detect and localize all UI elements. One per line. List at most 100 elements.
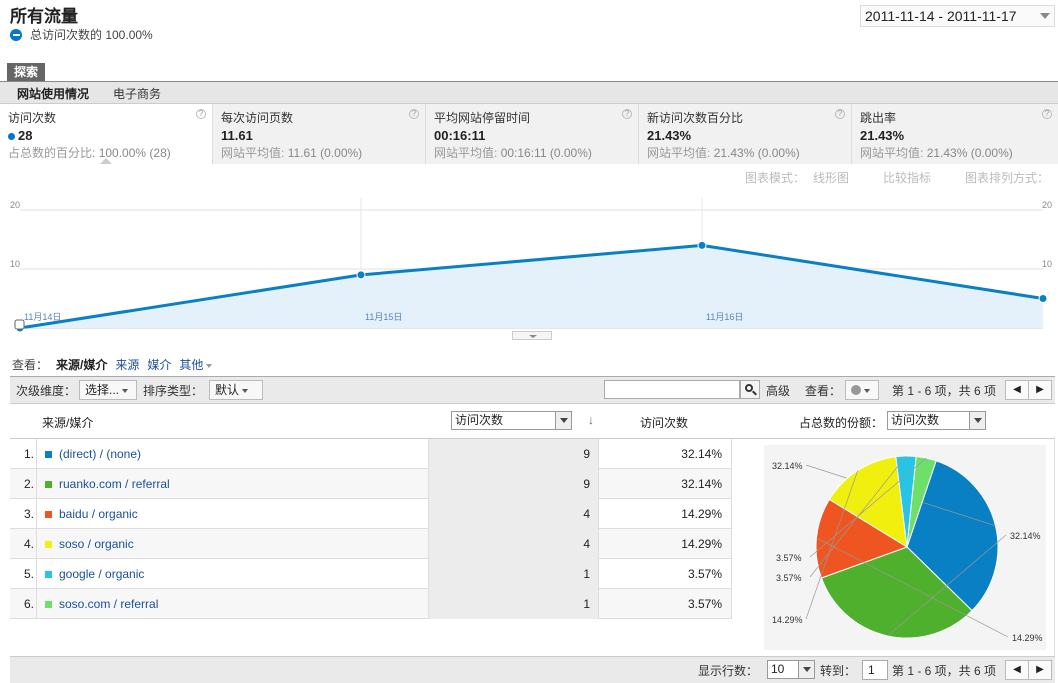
chart-mode-value[interactable]: 线形图	[813, 169, 849, 186]
tab-explore[interactable]: 探索	[7, 63, 46, 81]
row-swatch	[45, 601, 52, 609]
row-swatch	[45, 451, 52, 459]
rows-per-page-label: 显示行数：	[698, 664, 759, 678]
row-visits: 9	[429, 469, 599, 499]
table-row: 2. ruanko.com / referral 9 32.14%	[10, 469, 732, 499]
advanced-filter-link[interactable]: 高级	[766, 382, 790, 399]
footer-prev-page-button[interactable]: ◀	[1005, 660, 1029, 680]
rows-per-page-select[interactable]: 10	[767, 660, 815, 679]
sort-type-select[interactable]: 默认	[209, 380, 263, 400]
row-source-link[interactable]: soso / organic	[59, 537, 134, 551]
metric-tile-bounce-rate[interactable]: 跳出率 21.43% 网站平均值: 21.43% (0.00%) ?	[852, 104, 1058, 164]
segment-text: 总访问次数的 100.00%	[30, 28, 153, 42]
row-percent: 32.14%	[599, 469, 732, 499]
share-pie-panel: 32.14% 32.14% 14.29% 14.29% 3.57% 3.57%	[732, 439, 1055, 656]
pager-text: 第 1 - 6 项，共 6 项	[892, 384, 997, 398]
data-point	[1038, 294, 1048, 303]
row-source-link[interactable]: google / organic	[59, 567, 144, 581]
footer-next-page-button[interactable]: ▶	[1028, 660, 1052, 680]
metric-title: 跳出率	[860, 111, 897, 125]
footer-pager-text: 第 1 - 6 项，共 6 项	[892, 664, 997, 678]
metric-sub-label: 网站平均值:	[860, 146, 924, 160]
view-selector: 查看： 来源/媒介 来源 媒介 其他	[12, 356, 213, 373]
date-range-text: 2011-11-14 - 2011-11-17	[865, 8, 1017, 24]
row-source-link[interactable]: (direct) / (none)	[59, 447, 141, 461]
metric-sub-label: 网站平均值:	[434, 146, 498, 160]
metric-title: 每次访问页数	[221, 111, 294, 125]
row-number: 2.	[10, 469, 37, 499]
metric-tile-visits[interactable]: 访问次数 28 占总数的百分比: 100.00% (28) ?	[0, 104, 213, 164]
segment-icon[interactable]	[10, 28, 22, 41]
pie-value-label: 32.14%	[1010, 531, 1041, 541]
view-option-source[interactable]: 来源	[115, 356, 139, 373]
help-icon[interactable]: ?	[835, 109, 845, 119]
data-point	[697, 240, 707, 250]
search-icon[interactable]	[740, 380, 760, 399]
y-tick-label-left: 20	[10, 200, 20, 210]
pie-value-label: 14.29%	[1012, 633, 1043, 643]
view-option-medium[interactable]: 媒介	[147, 356, 171, 373]
chevron-down-icon	[1040, 13, 1050, 19]
prev-page-button[interactable]: ◀	[1005, 380, 1029, 400]
metric-value: 11.61	[221, 128, 253, 143]
view-option-other[interactable]: 其他	[179, 356, 213, 373]
col-header-source-medium[interactable]: 来源/媒介	[42, 414, 93, 431]
chevron-down-icon	[969, 412, 985, 429]
metric-sub: 网站平均值: 21.43% (0.00%)	[647, 144, 843, 161]
date-range-picker[interactable]: 2011-11-14 - 2011-11-17	[860, 5, 1055, 27]
sort-desc-icon[interactable]: ↓	[588, 413, 594, 427]
chart-resize-handle[interactable]	[512, 331, 552, 340]
metric-select-value: 访问次数	[455, 413, 504, 427]
pie-value-label: 3.57%	[776, 553, 802, 563]
row-visits: 1	[429, 559, 599, 589]
help-icon[interactable]: ?	[196, 109, 206, 119]
view-option-source-medium[interactable]: 来源/媒介	[56, 356, 107, 373]
metric-tile-avg-duration[interactable]: 平均网站停留时间 00:16:11 网站平均值: 00:16:11 (0.00%…	[426, 104, 639, 164]
metric-sub-label: 占总数的百分比:	[8, 146, 96, 160]
row-source-link[interactable]: baidu / organic	[59, 507, 138, 521]
page-title: 所有流量	[10, 7, 78, 26]
help-icon[interactable]: ?	[622, 109, 632, 119]
metric-title: 平均网站停留时间	[434, 111, 531, 125]
table-header: 来源/媒介 访问次数 ↓ 访问次数 占总数的份额： 访问次数	[10, 404, 1055, 439]
row-visits: 9	[429, 439, 599, 469]
col-header-visits[interactable]: 访问次数	[640, 414, 688, 431]
share-pie-chart: 32.14% 32.14% 14.29% 14.29% 3.57% 3.57%	[772, 455, 1043, 643]
x-tick-label: 11月15日	[365, 312, 402, 322]
row-percent: 3.57%	[599, 559, 732, 589]
table-view-select[interactable]	[845, 380, 879, 400]
share-select-value: 访问次数	[891, 413, 940, 427]
row-swatch	[45, 481, 52, 489]
compare-metric-link[interactable]: 比较指标	[883, 169, 931, 186]
table-toolbar: 次级维度： 选择... 排序类型： 默认 高级 查看： 第 1 - 6 项，共 …	[10, 376, 1055, 404]
subtab-ecommerce[interactable]: 电子商务	[113, 85, 161, 102]
table-search-input[interactable]	[604, 380, 740, 399]
y-tick-label-left: 10	[10, 259, 20, 269]
view-label: 查看：	[12, 358, 49, 372]
annotation-icon	[14, 319, 25, 330]
row-number: 1.	[10, 439, 37, 469]
share-metric-select[interactable]: 访问次数	[887, 411, 986, 430]
help-icon[interactable]: ?	[1042, 109, 1052, 119]
secondary-dimension-select[interactable]: 选择...	[79, 380, 137, 400]
chevron-down-icon	[242, 388, 249, 393]
metric-value: 21.43%	[647, 128, 692, 143]
row-source-link[interactable]: ruanko.com / referral	[59, 477, 170, 491]
subtab-site-usage[interactable]: 网站使用情况	[17, 85, 89, 102]
row-swatch	[45, 511, 52, 519]
pie-value-label: 3.57%	[776, 573, 802, 583]
next-page-button[interactable]: ▶	[1028, 380, 1052, 400]
y-tick-label-right: 10	[1042, 259, 1052, 269]
row-number: 4.	[10, 529, 37, 559]
help-icon[interactable]: ?	[409, 109, 419, 119]
row-source-link[interactable]: soso.com / referral	[59, 597, 158, 611]
metric-sub: 网站平均值: 11.61 (0.00%)	[221, 144, 417, 161]
metric-tile-new-visits[interactable]: 新访问次数百分比 21.43% 网站平均值: 21.43% (0.00%) ?	[639, 104, 852, 164]
metric-tile-pages-per-visit[interactable]: 每次访问页数 11.61 网站平均值: 11.61 (0.00%) ?	[213, 104, 426, 164]
metric-value: 28	[8, 128, 204, 143]
pie-value-label: 14.29%	[772, 615, 803, 625]
metric-select[interactable]: 访问次数	[451, 411, 572, 430]
pie-value-label: 32.14%	[772, 461, 803, 471]
goto-page-input[interactable]: 1	[862, 660, 888, 680]
row-percent: 14.29%	[599, 499, 732, 529]
